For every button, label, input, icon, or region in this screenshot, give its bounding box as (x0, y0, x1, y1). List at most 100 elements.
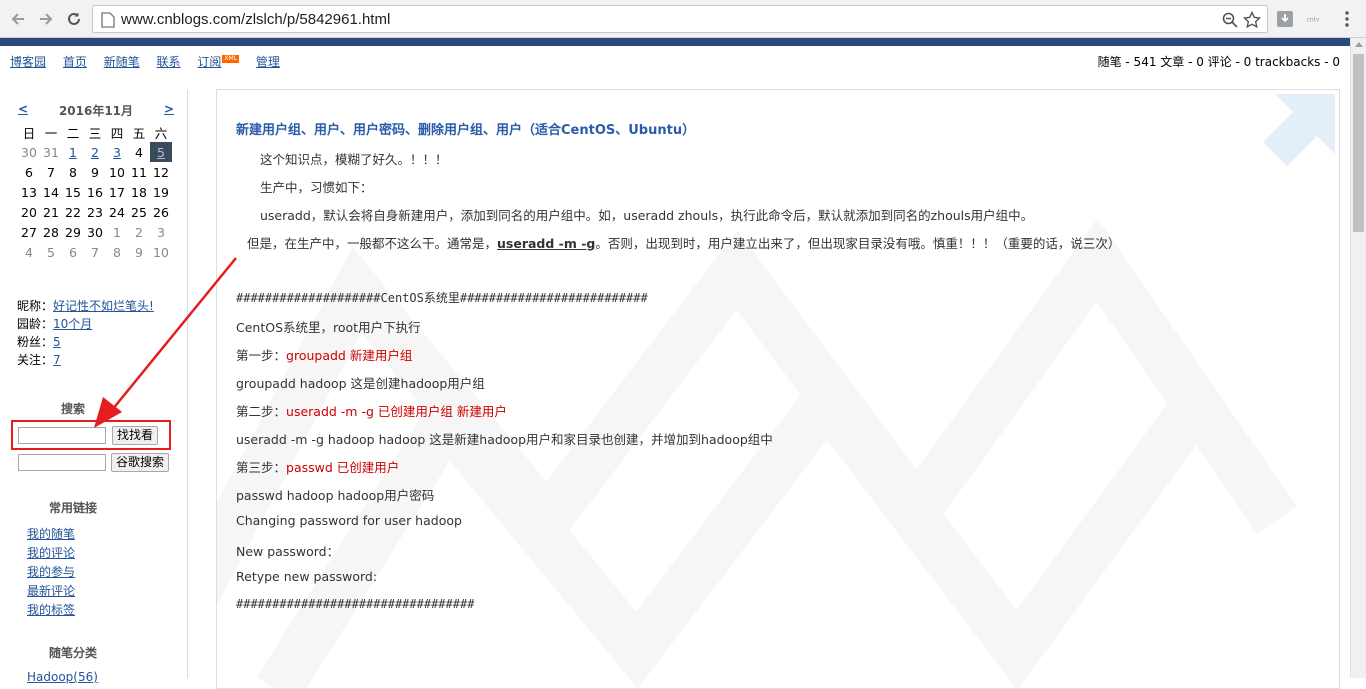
svg-text:cntv: cntv (1307, 17, 1320, 23)
calendar-day: 24 (106, 202, 128, 222)
scroll-thumb[interactable] (1353, 54, 1364, 232)
nickname-label: 昵称： (17, 299, 54, 313)
calendar-day[interactable]: 2 (84, 142, 106, 162)
calendar-weekday: 五 (132, 125, 146, 141)
calendar-day-label: 7 (47, 164, 55, 180)
link-my-participation[interactable]: 我的参与 (27, 563, 75, 582)
post-content: 新建用户组、用户、用户密码、删除用户组、用户（适合CentOS、Ubuntu） … (216, 89, 1340, 689)
link-my-tags[interactable]: 我的标签 (27, 601, 75, 620)
calendar-day-label: 24 (109, 204, 125, 220)
post-line-retype: Retype new password: (236, 569, 378, 584)
follow-link[interactable]: 7 (53, 353, 61, 367)
link-my-comments[interactable]: 我的评论 (27, 544, 75, 563)
blog-stats: 随笔 - 541 文章 - 0 评论 - 0 trackbacks - 0 (1097, 55, 1340, 69)
vertical-scrollbar[interactable] (1350, 38, 1366, 678)
calendar-day-label: 13 (21, 184, 37, 200)
search-button[interactable]: 找找看 (112, 426, 159, 445)
calendar-day-label: 4 (25, 244, 33, 260)
calendar-day[interactable]: 3 (106, 142, 128, 162)
calendar-day: 4 (18, 242, 40, 262)
reload-icon[interactable] (64, 9, 84, 29)
fans-link[interactable]: 5 (53, 335, 61, 349)
nav-new-post[interactable]: 新随笔 (104, 55, 140, 69)
calendar-day: 19 (150, 182, 172, 202)
calendar-day-label: 5 (157, 144, 165, 160)
common-links: 我的随笔 我的评论 我的参与 最新评论 我的标签 (27, 525, 75, 620)
calendar-day: 10 (106, 162, 128, 182)
forward-icon[interactable] (36, 9, 56, 29)
calendar-weekday: 三 (88, 125, 102, 141)
zoom-icon[interactable] (1221, 11, 1239, 29)
age-link[interactable]: 10个月 (53, 317, 92, 331)
nav-home[interactable]: 首页 (63, 55, 87, 69)
post-title[interactable]: 新建用户组、用户、用户密码、删除用户组、用户（适合CentOS、Ubuntu） (236, 119, 695, 138)
calendar-day-label: 21 (43, 204, 59, 220)
calendar-day[interactable]: 1 (62, 142, 84, 162)
scroll-up-arrow-icon[interactable] (1355, 42, 1363, 47)
step-3-text: passwd 已创建用户 (286, 460, 400, 475)
calendar-day: 6 (62, 242, 84, 262)
post-line-centos: CentOS系统里，root用户下执行 (236, 320, 421, 335)
step-1-label: 第一步： (236, 348, 287, 363)
post-hash-header: ####################CentOS系统里###########… (236, 291, 648, 305)
calendar-day: 22 (62, 202, 84, 222)
nav-subscribe[interactable]: 订阅 XML (197, 55, 240, 69)
extension-icon[interactable] (1276, 10, 1294, 28)
post-line-passwd: passwd hadoop hadoop用户密码 (236, 488, 435, 503)
post-line-groupadd: groupadd hadoop 这是创建hadoop用户组 (236, 376, 485, 391)
calendar: 日一二三四五六 30 31 1 2 3 4 5 6 7 8 9 10 11 12 13 14 15 16 17 18 1… (18, 122, 172, 262)
nav-subscribe-label: 订阅 (197, 55, 222, 69)
calendar-day-label: 2 (135, 224, 143, 240)
profile-age-row: 园龄：10个月 (17, 315, 154, 333)
post-paragraph-2: 生产中，习惯如下： (260, 180, 373, 195)
bookmark-star-icon[interactable] (1243, 11, 1261, 29)
menu-icon[interactable] (1338, 10, 1356, 28)
calendar-day-label: 30 (87, 224, 103, 240)
link-my-posts[interactable]: 我的随笔 (27, 525, 75, 544)
back-icon[interactable] (8, 9, 28, 29)
calendar-next-month[interactable]: > (164, 102, 174, 116)
calendar-day: 18 (128, 182, 150, 202)
link-latest-comments[interactable]: 最新评论 (27, 582, 75, 601)
calendar-weekday: 四 (110, 125, 124, 141)
calendar-week: 6 7 8 9 10 11 12 (18, 162, 172, 182)
calendar-day-label: 3 (113, 144, 121, 160)
calendar-weekdays: 日一二三四五六 (18, 122, 172, 142)
calendar-day-label: 11 (131, 164, 147, 180)
categories-title: 随笔分类 (48, 646, 97, 660)
nav-contact[interactable]: 联系 (157, 55, 181, 69)
step-1-text: groupadd 新建用户组 (286, 348, 413, 363)
calendar-body: 30 31 1 2 3 4 5 6 7 8 9 10 11 12 13 14 15 16 17 18 19 20 21 22 2… (18, 142, 172, 262)
profile-nickname-row: 昵称：好记性不如烂笔头! (17, 297, 154, 315)
calendar-day-label: 8 (113, 244, 121, 260)
google-search-button[interactable]: 谷歌搜索 (111, 453, 170, 472)
calendar-weekday: 日 (22, 125, 36, 141)
calendar-day: 26 (150, 202, 172, 222)
nickname-link[interactable]: 好记性不如烂笔头! (53, 299, 154, 313)
step-2-text: useradd -m -g 已创建用户组 新建用户 (286, 404, 507, 419)
step-3-label: 第三步： (236, 460, 287, 475)
calendar-week: 27 28 29 30 1 2 3 (18, 222, 172, 242)
calendar-day: 31 (40, 142, 62, 162)
post-line-changing: Changing password for user hadoop (236, 513, 462, 528)
post-step-3: 第三步：passwd 已创建用户 (236, 457, 399, 476)
calendar-day-label: 8 (69, 164, 77, 180)
calendar-day-label: 7 (91, 244, 99, 260)
calendar-day: 2 (128, 222, 150, 242)
calendar-day: 8 (62, 162, 84, 182)
calendar-weekday: 一 (44, 125, 58, 141)
post-paragraph-4-c: 。否则，出现到时，用户建立出来了，但出现家目录没有哦。慎重！！！（重要的话，说三… (595, 236, 1121, 251)
address-bar[interactable]: www.cnblogs.com/zlslch/p/5842961.html (92, 5, 1268, 33)
calendar-day-today[interactable]: 5 (150, 142, 172, 162)
calendar-week: 13 14 15 16 17 18 19 (18, 182, 172, 202)
post-hash-footer: ################################# (236, 597, 475, 611)
search-input[interactable] (18, 427, 106, 444)
calendar-day-label: 30 (21, 144, 37, 160)
google-search-input[interactable] (18, 454, 106, 471)
nav-manage[interactable]: 管理 (256, 55, 280, 69)
nav-cnblogs[interactable]: 博客园 (10, 55, 46, 69)
calendar-day-label: 10 (109, 164, 125, 180)
cntv-extension-icon[interactable]: cntv (1306, 10, 1324, 28)
calendar-title: 2016年11月 (58, 104, 134, 118)
page-icon (101, 12, 115, 28)
